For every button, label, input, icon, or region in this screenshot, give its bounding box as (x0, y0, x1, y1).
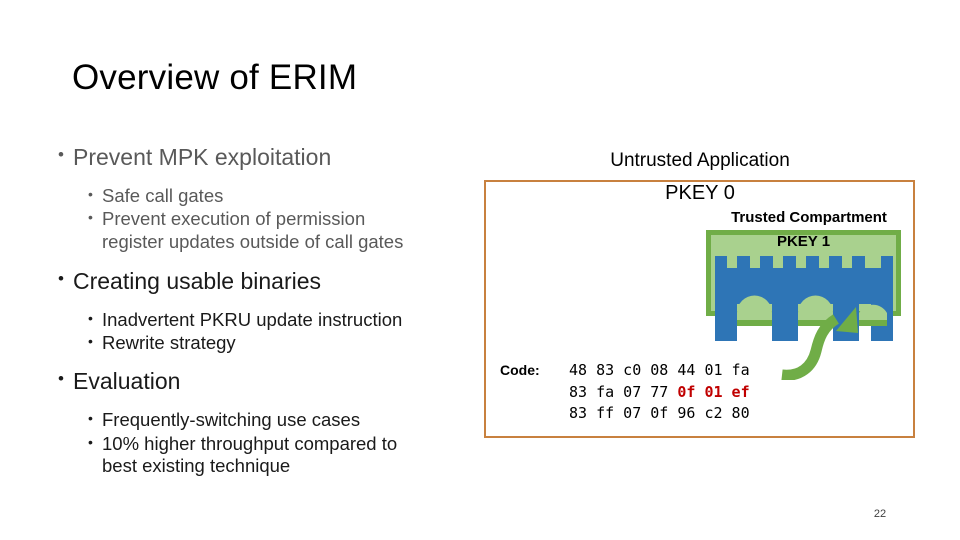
outline-item-text: Safe call gates (102, 185, 224, 207)
code-label: Code: (500, 362, 540, 378)
bullet-glyph-icon: • (88, 333, 93, 349)
trusted-compartment-label: Trusted Compartment (731, 209, 887, 226)
bullet-glyph-icon: • (88, 309, 93, 326)
outline-heading-2: • Creating usable binaries (58, 268, 498, 295)
pkey1-label: PKEY 1 (776, 233, 831, 250)
bullet-glyph-icon: • (88, 186, 93, 203)
code-listing: 48 83 c0 08 44 01 fa 83 fa 07 77 0f 01 e… (569, 360, 750, 425)
outline-item-text: Rewrite strategy (102, 332, 236, 353)
code-line-2-highlight: 0f 01 ef (677, 382, 750, 401)
outline-item-text: Prevent execution of permission register… (102, 208, 404, 252)
code-line-2-prefix: 83 fa 07 77 (569, 382, 678, 401)
outline-item-3-1: • Frequently-switching use cases (58, 409, 498, 431)
outline-body: • Prevent MPK exploitation • Safe call g… (58, 144, 498, 478)
page-title: Overview of ERIM (72, 58, 358, 97)
outline-heading-text: Creating usable binaries (73, 267, 322, 294)
entry-arrow-icon (778, 305, 878, 381)
bullet-glyph-icon: • (88, 433, 93, 450)
outline-item-1-2: • Prevent execution of permission regist… (58, 208, 498, 252)
bullet-glyph-icon: • (88, 410, 93, 427)
outline-item-text: Inadvertent PKRU update instruction (102, 308, 403, 330)
outline-item-2-1: • Inadvertent PKRU update instruction (58, 309, 498, 331)
bullet-glyph-icon: • (58, 145, 64, 164)
untrusted-application-label: Untrusted Application (610, 150, 790, 171)
slide-canvas: Overview of ERIM • Prevent MPK exploitat… (0, 0, 960, 540)
outline-item-text: 10% higher throughput compared to best e… (102, 432, 398, 476)
outline-item-2-2: • Rewrite strategy (58, 332, 498, 354)
bullet-glyph-icon: • (58, 268, 64, 288)
outline-heading-3: • Evaluation (58, 368, 498, 395)
outline-heading-text: Evaluation (73, 368, 181, 395)
erim-architecture-diagram: Untrusted Application PKEY 0 Trusted Com… (484, 150, 916, 442)
code-line-1: 48 83 c0 08 44 01 fa (569, 361, 750, 379)
bullet-glyph-icon: • (58, 369, 64, 389)
bullet-glyph-icon: • (88, 209, 93, 226)
outline-item-1-1: • Safe call gates (58, 185, 498, 207)
outline-item-text: Frequently-switching use cases (102, 409, 361, 431)
outline-heading-text: Prevent MPK exploitation (73, 144, 332, 170)
code-line-3: 83 ff 07 0f 96 c2 80 (569, 404, 750, 422)
outline-heading-1: • Prevent MPK exploitation (58, 144, 498, 171)
pkey0-label: PKEY 0 (665, 182, 735, 204)
page-number: 22 (873, 508, 887, 520)
outline-item-3-2: • 10% higher throughput compared to best… (58, 433, 498, 477)
